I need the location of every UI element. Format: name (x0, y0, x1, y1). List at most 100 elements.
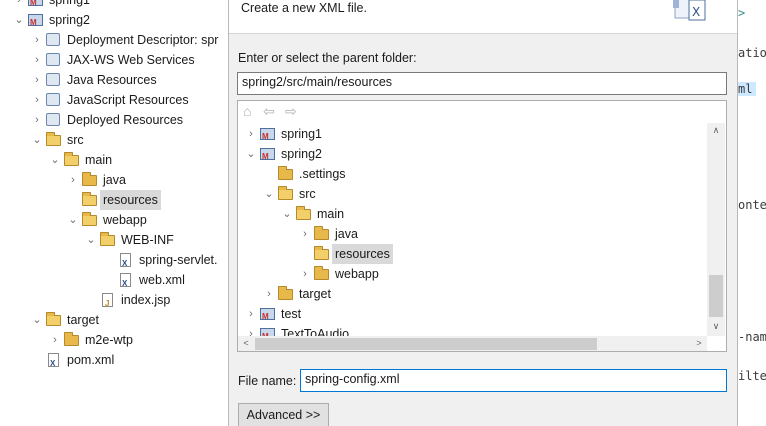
folder-open-icon (82, 212, 98, 227)
expand-arrow-icon[interactable]: › (30, 50, 44, 70)
expand-arrow-icon[interactable]: › (30, 30, 44, 50)
expand-arrow-icon[interactable]: › (30, 90, 44, 110)
expand-arrow-icon[interactable]: › (66, 170, 80, 190)
tree-nav-bar: ⌂ ⇦ ⇨ (238, 101, 726, 123)
folder-tree-item-label: webapp (335, 267, 379, 281)
collapse-arrow-icon[interactable]: ⌄ (48, 150, 62, 170)
scroll-right-icon[interactable]: > (693, 338, 705, 348)
explorer-item-label: Java Resources (67, 73, 157, 87)
explorer-item-label: WEB-INF (121, 233, 174, 247)
collapse-arrow-icon[interactable]: ⌄ (66, 210, 80, 230)
folder-icon (314, 266, 330, 281)
collapse-arrow-icon[interactable]: ⌄ (12, 10, 26, 30)
editor-pane: > ation ml onte -nam ilte (738, 0, 766, 426)
folder-tree-item-label: spring1 (281, 127, 322, 141)
folder-tree-item-label: spring2 (281, 147, 322, 161)
collapse-arrow-icon[interactable]: ⌄ (30, 130, 44, 150)
editor-fragment: ation (738, 46, 766, 60)
editor-fragment: -nam (738, 330, 766, 344)
collapse-arrow-icon[interactable]: ⌄ (84, 230, 98, 250)
explorer-item-label: webapp (103, 213, 147, 227)
file-name-label: File name: (238, 374, 297, 388)
expand-arrow-icon[interactable]: › (244, 324, 258, 336)
folder-open-icon (296, 206, 312, 221)
folder-open-icon (64, 152, 80, 167)
folder-open-icon (314, 246, 330, 261)
editor-fragment: > (738, 6, 746, 20)
expand-arrow-icon[interactable]: › (30, 110, 44, 130)
maven-project-icon (260, 307, 276, 327)
explorer-item-label: src (67, 133, 84, 147)
explorer-item-label: m2e-wtp (85, 333, 133, 347)
expand-arrow-icon[interactable]: › (48, 330, 62, 350)
advanced-button[interactable]: Advanced >> (238, 403, 329, 426)
explorer-item-label: pom.xml (67, 353, 115, 367)
explorer-item-label: web.xml (139, 273, 185, 287)
javascript-resources-icon (46, 93, 62, 107)
xml-wizard-icon: X (669, 0, 709, 24)
explorer-item-label: resources (100, 190, 161, 210)
file-name-input[interactable]: spring-config.xml (300, 369, 727, 392)
forward-arrow-icon[interactable]: ⇨ (285, 103, 297, 120)
folder-icon (314, 226, 330, 241)
folder-tree[interactable]: ⌂ ⇦ ⇨ › spring1 ⌄ spring2 .settings ⌄ src ⌄ main… (237, 100, 727, 352)
explorer-item-label: Deployment Descriptor: spr (67, 33, 219, 47)
editor-fragment: ml (738, 82, 757, 96)
expand-arrow-icon[interactable]: › (298, 224, 312, 244)
maven-project-icon (260, 327, 276, 336)
explorer-item-label: target (67, 313, 99, 327)
explorer-item-label: spring-servlet. (139, 253, 218, 267)
expand-arrow-icon[interactable]: › (30, 70, 44, 90)
explorer-item-label: main (85, 153, 113, 167)
explorer-item-label: JAX-WS Web Services (67, 53, 195, 67)
folder-open-icon (100, 232, 116, 247)
collapse-arrow-icon[interactable]: ⌄ (30, 310, 44, 330)
editor-fragment: ilte (738, 369, 766, 383)
collapse-arrow-icon[interactable]: ⌄ (244, 144, 258, 164)
folder-open-icon (46, 312, 62, 327)
folder-tree-item-label: test (281, 307, 302, 321)
collapse-arrow-icon[interactable]: ⌄ (262, 184, 276, 204)
expand-arrow-icon[interactable]: › (244, 304, 258, 324)
explorer-item-label: Deployed Resources (67, 113, 184, 127)
maven-project-icon (260, 127, 276, 147)
svg-text:X: X (692, 5, 700, 19)
explorer-item-label: spring2 (49, 13, 90, 27)
folder-open-icon (82, 192, 98, 207)
expand-arrow-icon[interactable]: › (244, 124, 258, 144)
back-arrow-icon[interactable]: ⇦ (263, 103, 275, 120)
explorer-item-label: index.jsp (121, 293, 171, 307)
expand-arrow-icon[interactable]: › (262, 284, 276, 304)
xml-file-icon (118, 273, 134, 294)
dialog-description: Create a new XML file. (241, 1, 367, 15)
explorer-item-label: spring1 (49, 0, 90, 7)
java-resources-icon (46, 73, 62, 87)
folder-tree-item-label: main (317, 207, 345, 221)
xml-file-icon (118, 253, 134, 274)
scroll-left-icon[interactable]: < (240, 338, 252, 348)
home-icon[interactable]: ⌂ (243, 103, 251, 119)
maven-project-icon (28, 13, 44, 33)
expand-arrow-icon[interactable]: › (298, 264, 312, 284)
scroll-up-icon[interactable]: ∧ (707, 125, 725, 136)
vertical-scroll-thumb[interactable] (709, 275, 723, 317)
folder-tree-item-label: resources (332, 244, 393, 264)
folder-icon (64, 332, 80, 347)
folder-tree-items: › spring1 ⌄ spring2 .settings ⌄ src ⌄ main › java r… (238, 123, 707, 336)
project-explorer: › spring1 ⌄ spring2 › Deployment Descriptor: … (0, 0, 228, 426)
horizontal-scroll-thumb[interactable] (255, 338, 597, 350)
maven-project-icon (260, 147, 276, 167)
parent-folder-input[interactable]: spring2/src/main/resources (237, 72, 727, 95)
tree-vertical-scrollbar[interactable]: ∧ ∨ (707, 123, 725, 336)
scroll-down-icon[interactable]: ∨ (707, 321, 725, 332)
maven-project-icon (28, 0, 44, 13)
editor-fragment: onte (738, 198, 766, 212)
expand-arrow-icon[interactable]: › (12, 0, 26, 10)
tree-horizontal-scrollbar[interactable]: < > (238, 336, 707, 351)
explorer-item-label: java (103, 173, 126, 187)
collapse-arrow-icon[interactable]: ⌄ (280, 204, 294, 224)
folder-open-icon (278, 186, 294, 201)
folder-tree-item-label: TextToAudio (281, 327, 350, 336)
folder-tree-item-label: src (299, 187, 316, 201)
deployed-resources-icon (46, 113, 62, 127)
